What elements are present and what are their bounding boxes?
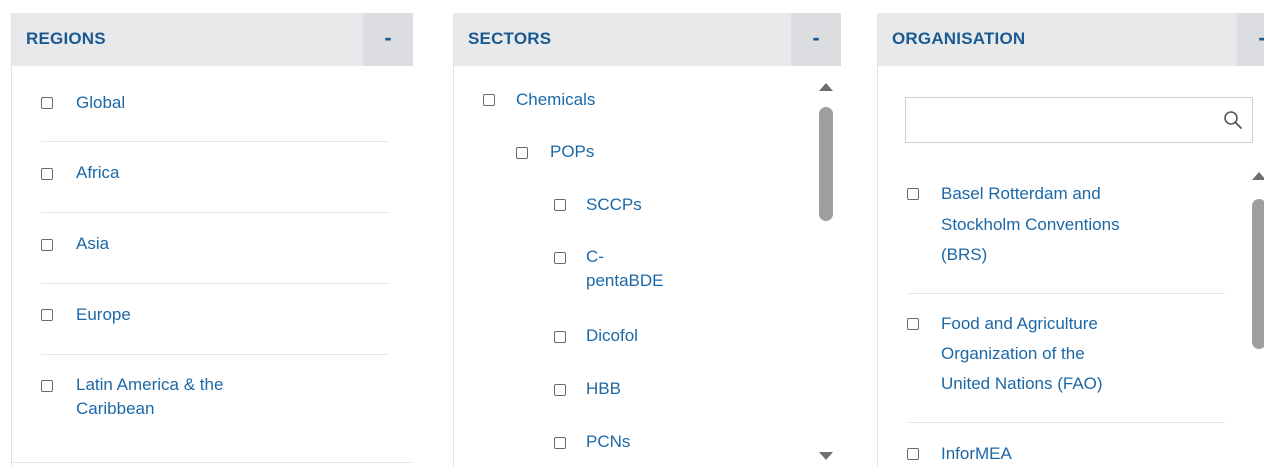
sector-label-sccps[interactable]: SCCPs <box>586 193 642 217</box>
scroll-thumb[interactable] <box>819 107 833 221</box>
scroll-up-arrow-icon[interactable] <box>1252 172 1264 180</box>
region-label-latin-america-line1[interactable]: Latin America & the <box>76 373 223 397</box>
sectors-header: SECTORS - <box>454 13 841 66</box>
org-label-brs-line1[interactable]: Basel Rotterdam and <box>941 182 1101 206</box>
org-label-fao-line1[interactable]: Food and Agriculture <box>941 312 1098 336</box>
sector-label-c-pentabde-line1[interactable]: C- <box>586 245 604 269</box>
sector-label-pcns[interactable]: PCNs <box>586 430 630 454</box>
organisation-panel: ORGANISATION - Basel Rotterdam and Stock… <box>877 13 1264 466</box>
divider <box>907 293 1225 294</box>
checkbox-icon[interactable] <box>554 437 566 449</box>
divider <box>41 354 389 355</box>
sectors-panel: SECTORS - Chemicals POPs SCCPs C- pentaB… <box>453 13 841 466</box>
divider <box>41 212 389 213</box>
sectors-collapse-button[interactable]: - <box>791 13 841 66</box>
regions-panel: REGIONS - Global Africa Asia Europe Lati… <box>11 13 413 466</box>
checkbox-icon[interactable] <box>554 252 566 264</box>
regions-header: REGIONS - <box>12 13 413 66</box>
sector-label-pops[interactable]: POPs <box>550 140 594 164</box>
regions-collapse-button[interactable]: - <box>363 13 413 66</box>
checkbox-icon[interactable] <box>41 309 53 321</box>
search-icon[interactable] <box>1222 109 1244 131</box>
divider <box>41 283 389 284</box>
organisation-title: ORGANISATION <box>892 29 1026 48</box>
checkbox-icon[interactable] <box>41 380 53 392</box>
scroll-thumb[interactable] <box>1252 199 1264 349</box>
regions-title: REGIONS <box>26 29 106 48</box>
sector-label-dicofol[interactable]: Dicofol <box>586 324 638 348</box>
region-label-asia[interactable]: Asia <box>76 232 109 256</box>
divider <box>907 422 1225 423</box>
organisation-scrollbar[interactable] <box>1252 169 1264 466</box>
checkbox-icon[interactable] <box>554 331 566 343</box>
checkbox-icon[interactable] <box>41 239 53 251</box>
region-label-europe[interactable]: Europe <box>76 303 131 327</box>
sector-label-hbb[interactable]: HBB <box>586 377 621 401</box>
organisation-search-input[interactable] <box>914 106 1208 136</box>
sectors-title: SECTORS <box>468 29 552 48</box>
org-label-fao-line3[interactable]: United Nations (FAO) <box>941 372 1103 396</box>
organisation-search-box[interactable] <box>905 97 1253 143</box>
org-label-fao-line2[interactable]: Organization of the <box>941 342 1085 366</box>
scroll-down-arrow-icon[interactable] <box>819 452 833 460</box>
org-label-brs-line2[interactable]: Stockholm Conventions <box>941 213 1120 237</box>
sector-label-c-pentabde-line2[interactable]: pentaBDE <box>586 269 664 293</box>
divider <box>41 141 389 142</box>
region-label-latin-america-line2[interactable]: Caribbean <box>76 397 154 421</box>
checkbox-icon[interactable] <box>907 188 919 200</box>
checkbox-icon[interactable] <box>554 384 566 396</box>
checkbox-icon[interactable] <box>41 97 53 109</box>
scroll-up-arrow-icon[interactable] <box>819 83 833 91</box>
sectors-scrollbar[interactable] <box>819 81 833 461</box>
checkbox-icon[interactable] <box>483 94 495 106</box>
sector-label-chemicals[interactable]: Chemicals <box>516 88 595 112</box>
region-label-global[interactable]: Global <box>76 91 125 115</box>
org-label-brs-line3[interactable]: (BRS) <box>941 243 987 267</box>
divider <box>12 462 413 463</box>
checkbox-icon[interactable] <box>554 199 566 211</box>
region-label-africa[interactable]: Africa <box>76 161 119 185</box>
organisation-collapse-button[interactable]: - <box>1237 13 1264 66</box>
checkbox-icon[interactable] <box>907 448 919 460</box>
checkbox-icon[interactable] <box>41 168 53 180</box>
checkbox-icon[interactable] <box>516 147 528 159</box>
organisation-header: ORGANISATION - <box>878 13 1264 66</box>
org-label-informea[interactable]: InforMEA <box>941 442 1012 466</box>
checkbox-icon[interactable] <box>907 318 919 330</box>
